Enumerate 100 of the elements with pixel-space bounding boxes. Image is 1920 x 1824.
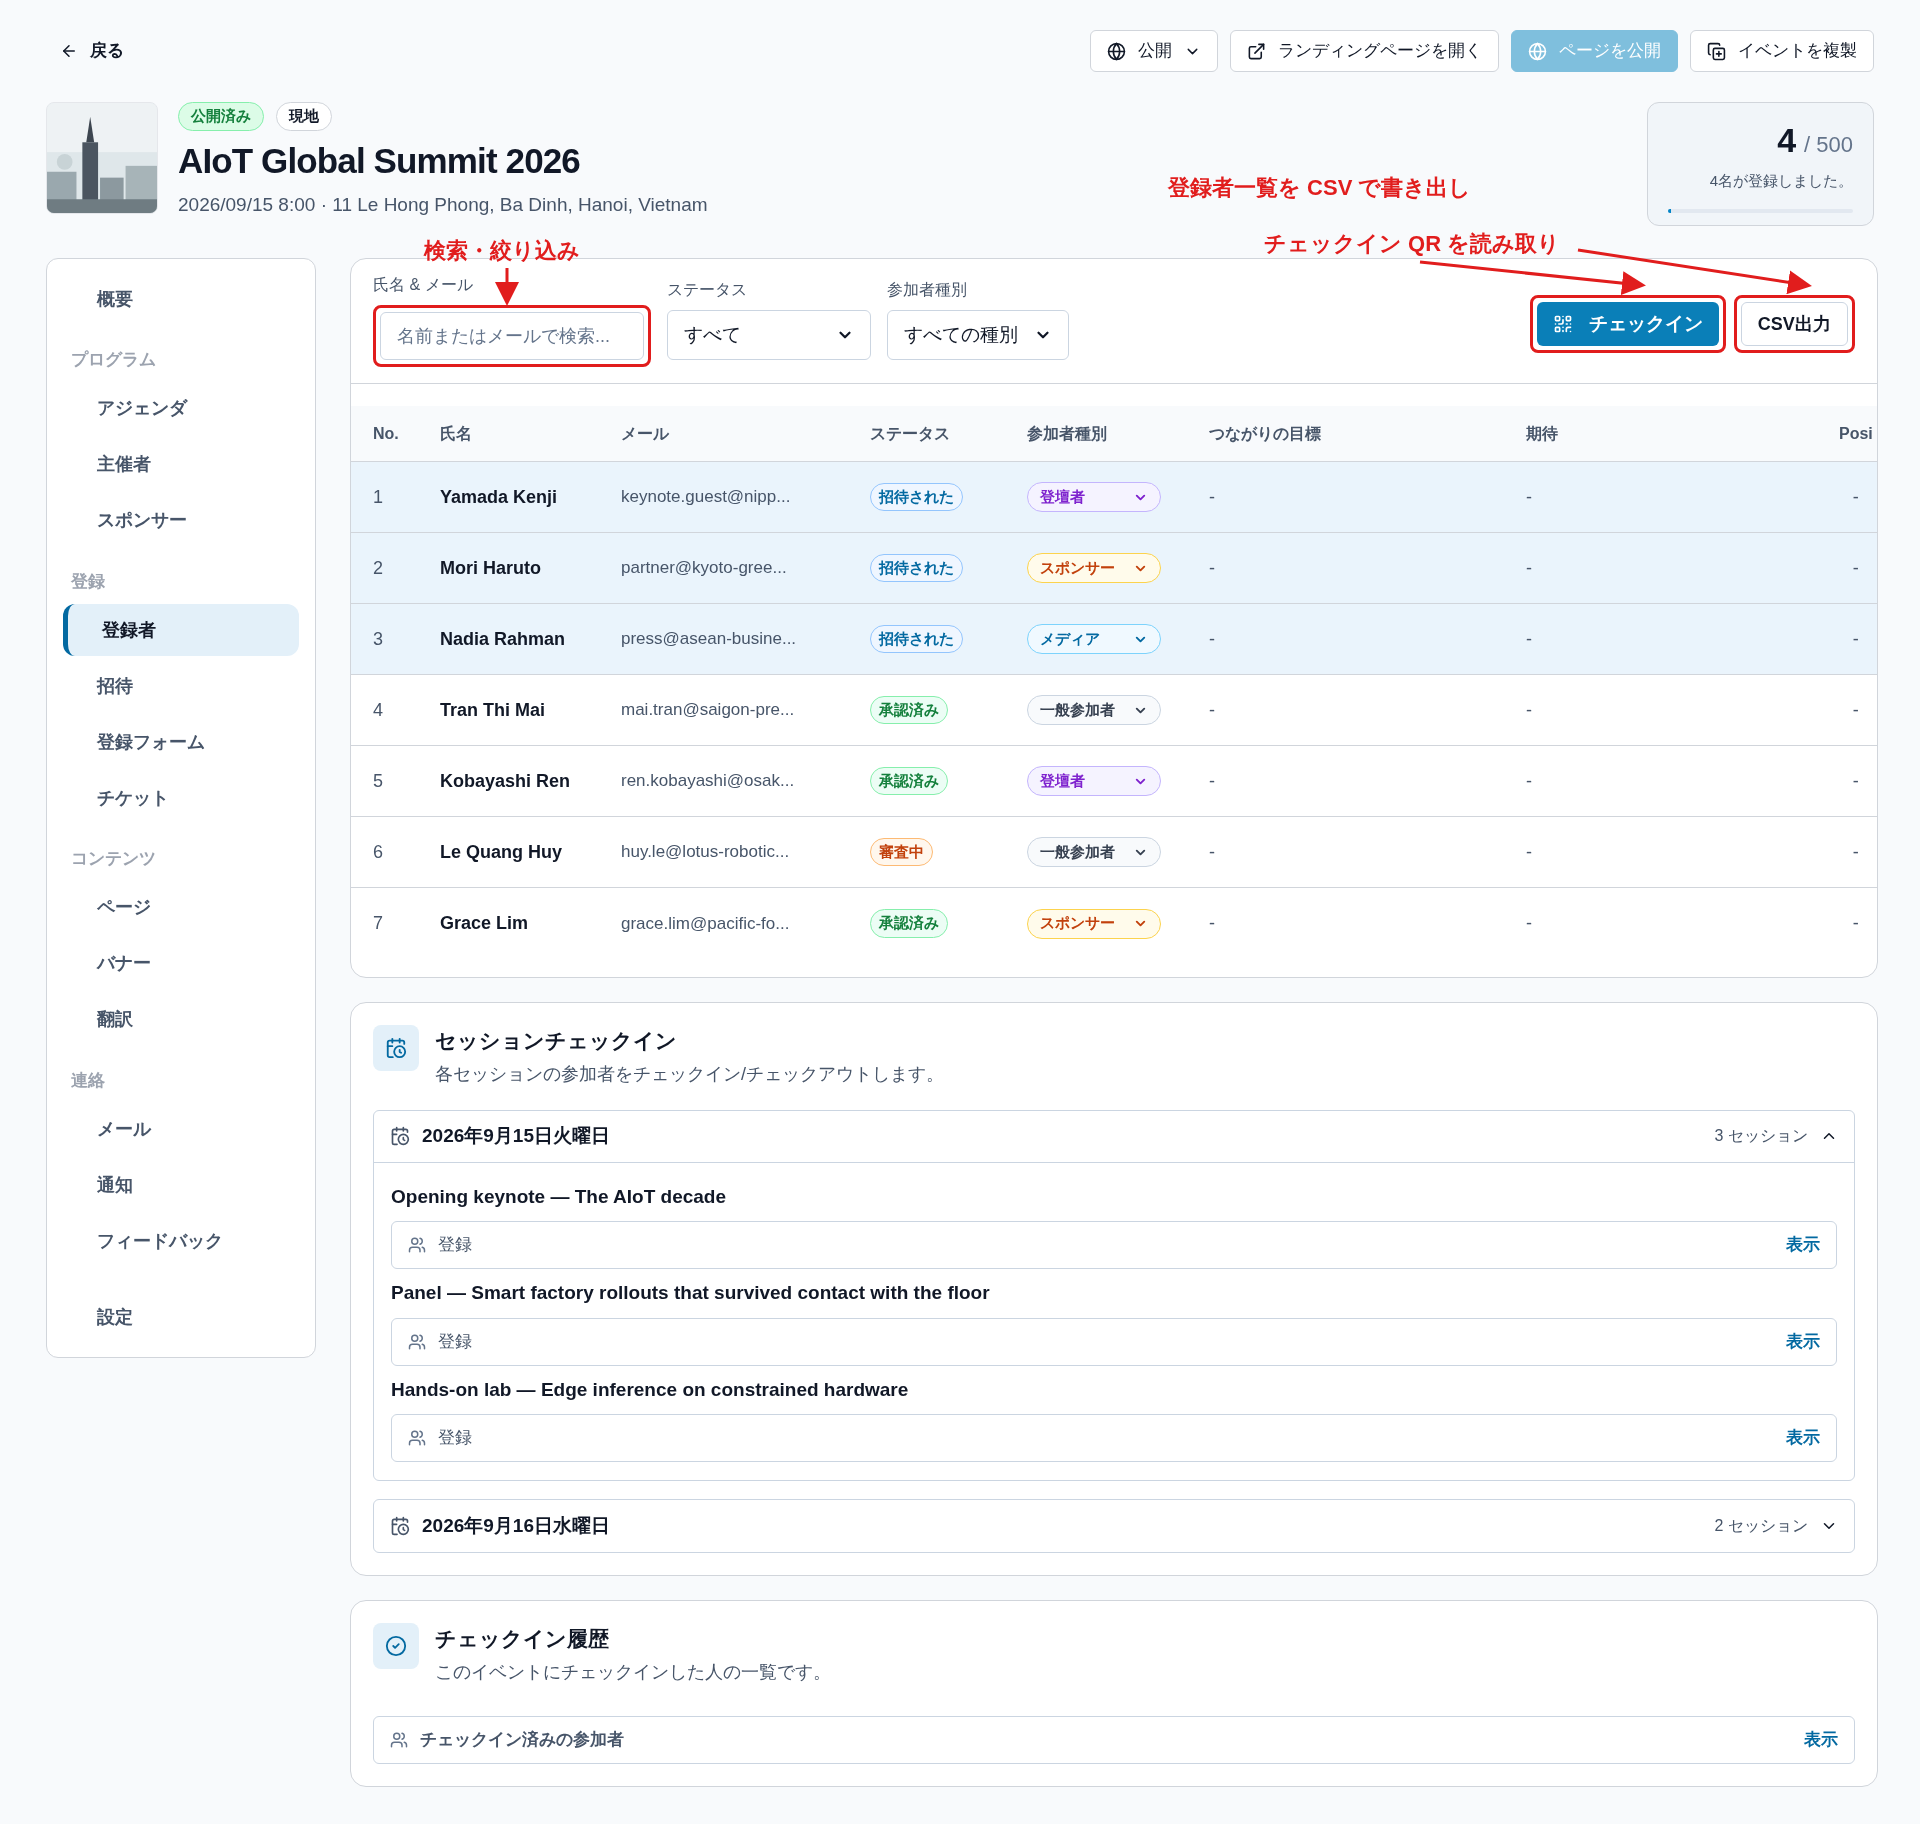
status-badge: 招待された [870,482,963,512]
table-cell-text: - [1209,840,1216,864]
table-cell-text: - [1526,769,1533,793]
users-icon [408,1236,426,1254]
table-cell-text: - [1851,698,1859,722]
table-cell-text: 1 [373,485,384,509]
show-link[interactable]: 表示 [1803,1726,1838,1753]
show-link[interactable]: 表示 [1785,1328,1820,1355]
show-link[interactable]: 表示 [1785,1425,1820,1451]
sidebar-item[interactable]: 登録者 [63,604,299,656]
attendee-type-select[interactable]: スポンサー [1027,553,1161,583]
table-cell-text: Tran Thi Mai [440,698,546,722]
sidebar-item[interactable]: メール [63,1103,299,1155]
search-field[interactable]: 名前またはメールで検索... [380,312,644,360]
row-label: 登録 [438,1427,473,1450]
sidebar-item[interactable]: 登録フォーム [63,716,299,768]
table-cell-text: - [1526,840,1533,864]
column-header: 期待 [1526,423,1559,444]
sidebar-item[interactable]: 招待 [63,660,299,712]
annotation-label: 登録者一覧を CSV で書き出し [1168,174,1472,202]
row-label: 登録 [438,1330,473,1353]
users-icon [408,1429,426,1447]
table-cell-text: - [1209,769,1216,793]
annotation-label: チェックイン QR を読み取り [1264,230,1561,258]
sidebar-item[interactable]: アジェンダ [63,382,299,435]
type-select[interactable]: すべての種別 [887,310,1069,360]
table-cell-text: - [1526,485,1533,509]
calendar-clock-icon [390,1516,410,1536]
section-title: セッションチェックイン [435,1028,678,1054]
attendee-type-select[interactable]: 登壇者 [1027,482,1161,512]
day-header[interactable]: 2026年9月15日火曜日 3 セッション [374,1110,1854,1163]
header-button[interactable]: ランディングページを開く [1230,30,1499,72]
table-cell-text: - [1851,485,1859,509]
table-cell-text: - [1209,698,1216,722]
attendee-type-select[interactable]: 登壇者 [1027,766,1161,796]
status-badge: 承認済み [870,766,948,796]
table-cell-text: - [1209,556,1216,580]
sidebar-item[interactable]: 翻訳 [63,993,299,1046]
table-cell-text: Mori Haruto [440,556,542,580]
table-cell-text: - [1851,840,1859,864]
attendee-type-select[interactable]: 一般参加者 [1027,837,1161,867]
row-label: チェックイン済みの参加者 [420,1728,625,1751]
sidebar-heading: 連絡 [70,1069,106,1092]
back-link[interactable]: 戻る [60,38,124,64]
table-cell-text: - [1851,556,1859,580]
sidebar-item[interactable]: 設定 [63,1291,299,1343]
table-cell-text: - [1851,769,1859,793]
status-badge: 招待された [870,553,963,583]
table-cell-text: 3 [373,627,384,651]
event-badge: 現地 [276,102,332,131]
sidebar-item[interactable]: チケット [63,772,299,824]
event-title: AIoT Global Summit 2026 [178,139,580,182]
attendee-type-select[interactable]: メディア [1027,624,1161,654]
sidebar-item[interactable]: スポンサー [63,494,299,547]
checkin-button[interactable]: チェックイン [1536,302,1719,346]
session-title: Opening keynote — The AIoT decade [391,1184,727,1209]
column-header: ステータス [870,423,951,444]
table-cell-text: partner@kyoto-gree... [621,557,788,580]
sidebar-heading: プログラム [70,349,157,371]
field-label: 参加者種別 [887,280,968,300]
sidebar-item[interactable]: フィードバック [63,1215,299,1267]
table-cell-text: mai.tran@saigon-pre... [621,699,796,722]
column-header: 氏名 [440,423,473,444]
table-cell-text: - [1209,627,1216,651]
table-cell-text: - [1851,912,1859,935]
qr-code-icon [1552,314,1573,334]
attendee-type-select[interactable]: スポンサー [1027,908,1161,939]
sidebar-item[interactable]: 概要 [63,273,299,325]
attendee-type-select[interactable]: 一般参加者 [1027,695,1161,725]
sidebar-heading: コンテンツ [70,848,157,870]
capacity-total: / 500 [1804,131,1853,159]
table-cell-text: 2 [373,556,384,580]
show-link[interactable]: 表示 [1785,1232,1820,1258]
table-cell-text: grace.lim@pacific-fo... [621,912,791,935]
sidebar-item[interactable]: 通知 [63,1159,299,1211]
table-cell-text: - [1526,698,1533,722]
sidebar-item[interactable]: バナー [63,937,299,990]
table-cell-text: Yamada Kenji [440,485,559,509]
table-cell-text: - [1209,912,1216,935]
sidebar-item[interactable]: ページ [63,881,299,934]
calendar-clock-icon [373,1025,419,1071]
table-cell-text: 5 [373,769,384,793]
annotation-label: 検索・絞り込み [424,237,580,265]
header-button[interactable]: イベントを複製 [1690,30,1874,72]
visibility-dropdown[interactable]: 公開 [1090,30,1218,72]
field-label: ステータス [667,280,748,300]
table-cell-text: 7 [373,912,384,935]
day-header[interactable]: 2026年9月16日水曜日 2 セッション [374,1500,1854,1552]
external-link-icon [1247,41,1266,61]
calendar-clock-icon [390,1126,410,1146]
status-badge: 招待された [870,624,963,654]
capacity-caption: 4名が登録しました。 [1709,171,1853,191]
table-cell-text: Kobayashi Ren [440,769,572,793]
globe-icon [1528,41,1547,61]
sidebar-item[interactable]: 主催者 [63,438,299,491]
column-header: Posi [1839,423,1873,444]
status-select[interactable]: すべて [667,310,871,360]
sidebar-heading: 登録 [70,570,106,593]
status-badge: 承認済み [870,909,948,938]
csv-export-button[interactable]: CSV出力 [1740,302,1848,346]
